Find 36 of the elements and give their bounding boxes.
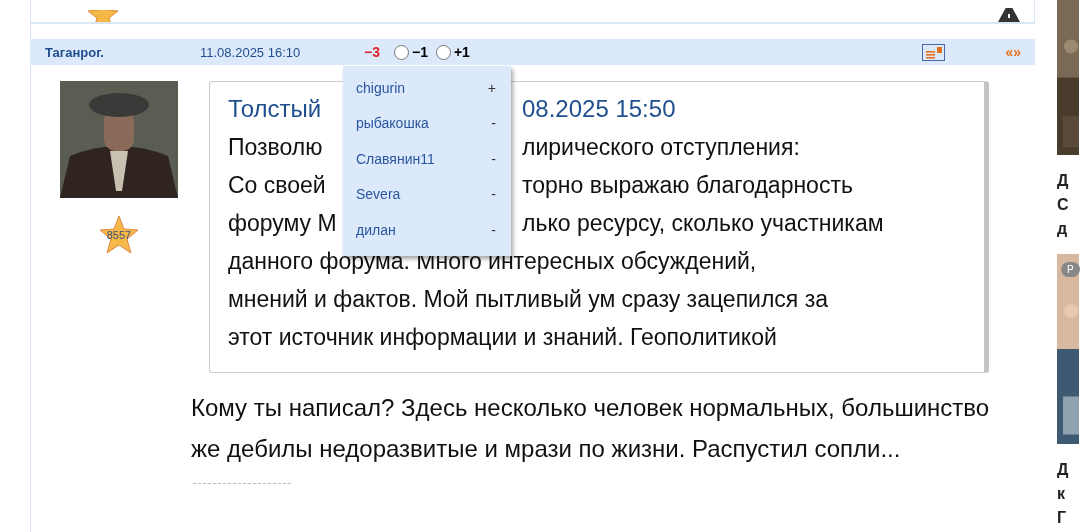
vote-option[interactable]: +1	[435, 44, 470, 60]
voter-name[interactable]: Славянин11	[356, 150, 435, 167]
quote-date: 08.2025 15:50	[522, 94, 676, 124]
star-icon	[87, 10, 119, 22]
sidebar-text[interactable]: Г	[1057, 505, 1080, 530]
voter-vote: -	[491, 186, 496, 203]
quote-text: Позволю	[228, 133, 324, 162]
post-author[interactable]: Таганрог.	[45, 44, 200, 60]
voter-vote: -	[491, 221, 496, 238]
voter-vote: -	[491, 150, 496, 167]
voter-name[interactable]: chigurin	[356, 79, 406, 96]
post-rating[interactable]: −3	[364, 44, 380, 60]
voter-name[interactable]: Severa	[356, 186, 401, 203]
vote-option[interactable]: −1	[393, 44, 428, 60]
quote-text: форуму М	[228, 209, 338, 238]
quote-text: Со своей	[228, 171, 327, 200]
quote-text: лько ресурсу, сколько участникам	[522, 209, 884, 238]
voter-vote: +	[487, 79, 496, 96]
post-text: Кому ты написал? Здесь несколько человек нормальных, большинство же дебилы недоразвитые и мрази по жизни. Распустил сопли...	[191, 393, 991, 464]
voter-name[interactable]: рыбакошка	[356, 115, 429, 132]
sidebar-text[interactable]: Д	[1057, 457, 1080, 482]
quote-author: Толстый	[228, 94, 323, 124]
warning-icon[interactable]	[998, 8, 1020, 22]
sidebar-text[interactable]: д	[1057, 217, 1080, 241]
quote-text: мнений и фактов. Мой пытливый ум сразу зацепился за	[228, 285, 829, 314]
quote-text: торно выражаю благодарность	[522, 171, 853, 200]
post-date: 11.08.2025 16:10	[200, 44, 302, 60]
quote-text: лирического отступления:	[522, 133, 800, 162]
sidebar-text[interactable]: Д	[1057, 169, 1080, 193]
quote-text: этот источник информации и знаний. Геополитикой	[228, 323, 777, 352]
voter-vote: -	[491, 115, 496, 132]
card-icon[interactable]	[922, 43, 946, 61]
rating-star: 8557	[98, 214, 140, 256]
voter-name[interactable]: дилан	[356, 221, 396, 238]
sidebar-text[interactable]: к	[1057, 481, 1080, 506]
sidebar-text[interactable]: С	[1057, 193, 1080, 217]
